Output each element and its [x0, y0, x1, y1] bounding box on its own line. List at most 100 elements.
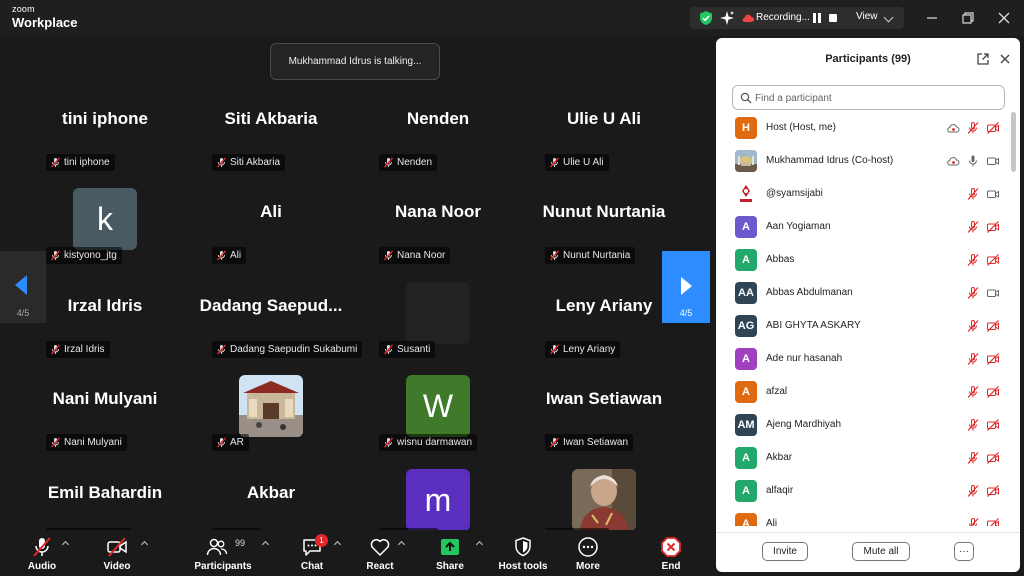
participants-panel: Participants (99) H Host (Host, me) Mukham… — [716, 38, 1020, 572]
mic-muted-icon[interactable] — [966, 220, 980, 234]
close-panel-icon[interactable] — [998, 52, 1012, 66]
video-tile[interactable]: Ulie U Ali Ulie U Ali — [521, 81, 687, 174]
mute-all-button[interactable]: Mute all — [852, 542, 910, 561]
mic-muted-icon[interactable] — [966, 253, 980, 267]
tile-display-name: Iwan Setiawan — [545, 389, 663, 408]
participants-button[interactable]: 99 Participants — [193, 530, 253, 576]
tile-name-label: Ali — [212, 247, 247, 264]
video-tile[interactable]: Irzal Idris Irzal Idris — [22, 268, 188, 361]
video-tile[interactable]: tini iphone tini iphone — [22, 81, 188, 174]
mic-muted-icon[interactable] — [966, 418, 980, 432]
video-tile[interactable]: Siti Akbaria Siti Akbaria — [188, 81, 354, 174]
participant-row[interactable]: AM Ajeng Mardhiyah — [716, 411, 1012, 444]
camera-icon[interactable] — [986, 286, 1000, 300]
participant-row[interactable]: A Akbar — [716, 444, 1012, 477]
invite-button[interactable]: Invite — [762, 542, 808, 561]
participant-search[interactable] — [732, 85, 1005, 110]
participant-row[interactable]: A Abbas — [716, 246, 1012, 279]
audio-options-chevron[interactable] — [60, 530, 72, 576]
pop-out-icon[interactable] — [976, 52, 990, 66]
participants-scrollbar[interactable] — [1011, 112, 1016, 172]
participant-name: @syamsijabi — [766, 188, 823, 199]
participant-row[interactable]: AG ABI GHYTA ASKARY — [716, 312, 1012, 345]
camera-off-icon[interactable] — [986, 319, 1000, 333]
mic-muted-icon — [549, 344, 560, 355]
pause-recording-icon[interactable] — [812, 12, 822, 24]
chat-options-chevron[interactable] — [332, 530, 344, 576]
profile-avatar: m — [406, 469, 470, 531]
mic-muted-icon[interactable] — [966, 517, 980, 526]
mic-muted-icon[interactable] — [966, 187, 980, 201]
camera-off-icon[interactable] — [986, 253, 1000, 267]
camera-icon[interactable] — [986, 154, 1000, 168]
mic-muted-icon[interactable] — [966, 484, 980, 498]
next-page-button[interactable]: 4/5 — [662, 251, 710, 323]
tile-name-text: Siti Akbaria — [230, 157, 281, 168]
restore-icon[interactable] — [956, 6, 980, 30]
participant-row[interactable]: A Aan Yogiaman — [716, 213, 1012, 246]
participant-row[interactable]: H Host (Host, me) — [716, 114, 1012, 147]
close-window-icon[interactable] — [992, 6, 1016, 30]
mic-muted-icon[interactable] — [966, 385, 980, 399]
end-meeting-button[interactable]: End — [650, 530, 692, 576]
video-tile[interactable]: Dadang Saepud... Dadang Saepudin Sukabumi — [188, 268, 363, 361]
view-menu[interactable]: View — [856, 11, 878, 22]
camera-off-icon[interactable] — [986, 517, 1000, 526]
chat-button[interactable]: 1 Chat — [292, 530, 332, 576]
video-tile[interactable]: Susanti — [355, 268, 521, 361]
mic-muted-icon[interactable] — [966, 451, 980, 465]
previous-page-button[interactable]: 4/5 — [0, 251, 46, 323]
mic-muted-icon[interactable] — [966, 319, 980, 333]
video-tile[interactable]: Wwisnu darmawan — [355, 361, 521, 454]
participant-row[interactable]: Mukhammad Idrus (Co-host) — [716, 147, 1012, 180]
mic-muted-icon[interactable] — [966, 352, 980, 366]
camera-off-icon[interactable] — [986, 121, 1000, 135]
react-options-chevron[interactable] — [396, 530, 408, 576]
mic-muted-icon[interactable] — [966, 121, 980, 135]
ai-companion-icon[interactable] — [719, 10, 735, 26]
participant-row[interactable]: Aalfaqir — [716, 477, 1012, 510]
stop-recording-icon[interactable] — [829, 14, 837, 22]
tile-name-label: Nana Noor — [379, 247, 451, 264]
participant-row[interactable]: Aafzal — [716, 378, 1012, 411]
tile-name-text: Leny Ariany — [563, 344, 616, 355]
page-indicator-prev: 4/5 — [16, 308, 30, 318]
video-tile[interactable]: Nenden Nenden — [355, 81, 521, 174]
video-tile[interactable]: k kistyono_jtg — [22, 174, 188, 267]
participant-row[interactable]: A Ali — [716, 510, 1012, 526]
camera-off-icon[interactable] — [986, 385, 1000, 399]
camera-off-icon[interactable] — [986, 352, 1000, 366]
meeting-toolbar: Audio Video 99 Participants 1 Chat React… — [0, 530, 712, 576]
participant-row[interactable]: A Ade nur hasanah — [716, 345, 1012, 378]
video-tile[interactable]: Nana Noor Nana Noor — [355, 174, 521, 267]
participants-panel-footer: Invite Mute all ··· — [716, 532, 1020, 572]
shield-icon[interactable] — [698, 10, 714, 26]
camera-off-icon[interactable] — [986, 220, 1000, 234]
minimize-icon[interactable] — [920, 6, 944, 30]
mic-icon[interactable] — [966, 154, 980, 168]
video-button[interactable]: Video — [93, 530, 141, 576]
camera-off-icon[interactable] — [986, 418, 1000, 432]
participants-options-chevron[interactable] — [260, 530, 272, 576]
video-tile[interactable]: Nani Mulyani Nani Mulyani — [22, 361, 188, 454]
search-input[interactable] — [755, 89, 995, 107]
camera-off-icon[interactable] — [986, 484, 1000, 498]
participant-row[interactable]: @syamsijabi — [716, 180, 1012, 213]
share-button[interactable]: Share — [428, 530, 472, 576]
participant-avatar: A — [735, 480, 757, 502]
camera-icon[interactable] — [986, 187, 1000, 201]
audio-button[interactable]: Audio — [18, 530, 66, 576]
more-options-button[interactable]: ··· — [954, 542, 974, 561]
share-options-chevron[interactable] — [474, 530, 486, 576]
mic-muted-icon[interactable] — [966, 286, 980, 300]
video-tile[interactable]: Ali Ali — [188, 174, 354, 267]
tile-name-label: AR — [212, 434, 249, 451]
host-tools-button[interactable]: Host tools — [496, 530, 550, 576]
camera-off-icon[interactable] — [986, 451, 1000, 465]
video-tile[interactable]: Iwan Setiawan Iwan Setiawan — [521, 361, 687, 454]
more-button[interactable]: More — [566, 530, 610, 576]
participant-row[interactable]: AA Abbas Abdulmanan — [716, 279, 1012, 312]
video-options-chevron[interactable] — [139, 530, 151, 576]
video-tile[interactable]: AR — [188, 361, 354, 454]
tile-name-text: Dadang Saepudin Sukabumi — [230, 344, 358, 355]
